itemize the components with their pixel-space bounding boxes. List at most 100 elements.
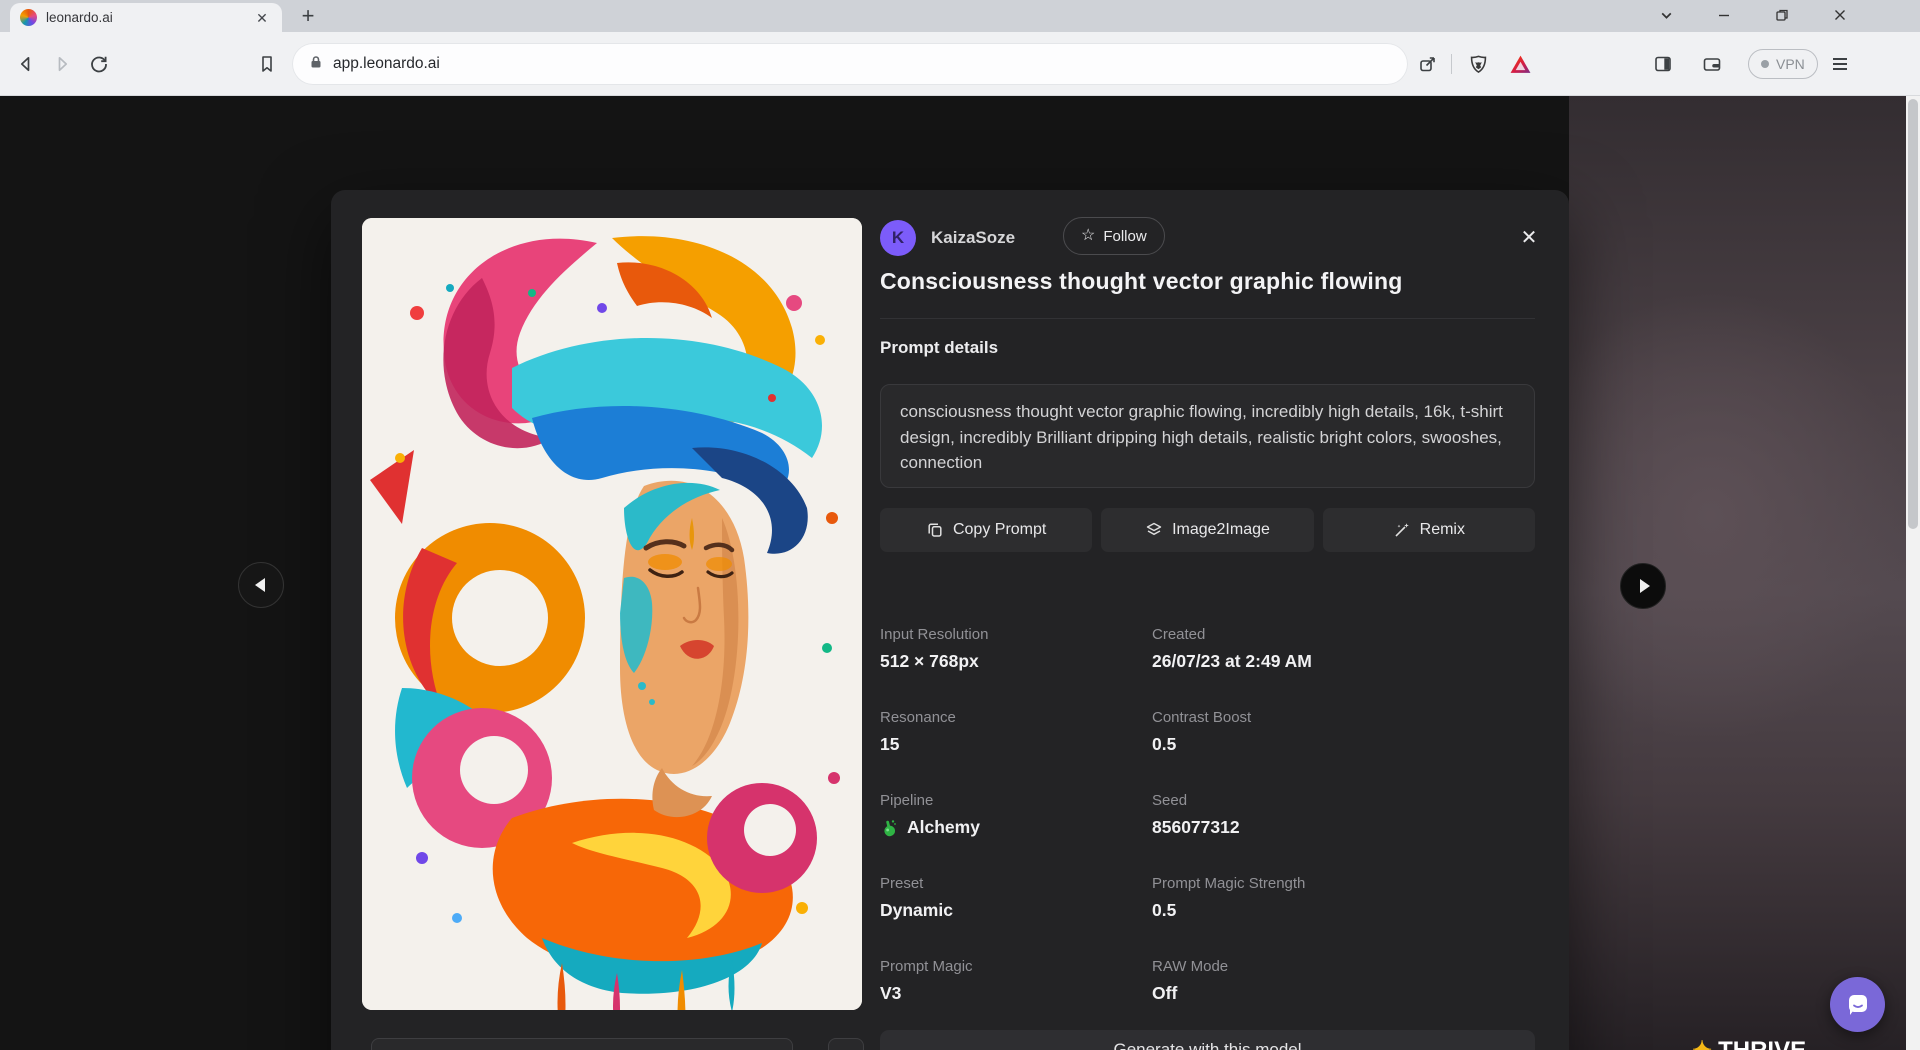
image-detail-modal: K KaizaSoze ☆ Follow ✕ Consciousness tho… (331, 190, 1569, 1050)
support-chat-button[interactable] (1830, 977, 1885, 1032)
copy-prompt-button[interactable]: Copy Prompt (880, 508, 1092, 552)
thumbnail-strip-partial[interactable] (371, 1038, 793, 1050)
reload-button[interactable] (81, 46, 117, 82)
bookmark-icon[interactable] (249, 46, 285, 82)
detail-label: Input Resolution (880, 626, 1152, 643)
sidebar-panel-icon[interactable] (1645, 46, 1681, 82)
copy-icon (926, 521, 944, 539)
page-scrollbar[interactable] (1906, 96, 1920, 1050)
detail-label: Prompt Magic Strength (1152, 875, 1535, 892)
follow-label: Follow (1103, 228, 1146, 245)
detail-value: Dynamic (880, 900, 1152, 921)
tab-title: leonardo.ai (46, 10, 252, 25)
detail-input-resolution: Input Resolution 512 × 768px (880, 626, 1152, 672)
detail-label: Contrast Boost (1152, 709, 1535, 726)
chevron-left-icon (255, 578, 265, 592)
next-image-button[interactable] (1620, 563, 1666, 609)
vpn-label: VPN (1776, 56, 1805, 72)
browser-toolbar: app.leonardo.ai VPN (0, 32, 1920, 96)
detail-value: V3 (880, 983, 1152, 1004)
address-bar[interactable]: app.leonardo.ai (292, 43, 1408, 85)
sparkle-icon: ✦ (1692, 1036, 1712, 1050)
detail-label: RAW Mode (1152, 958, 1535, 975)
window-minimize-button[interactable] (1695, 0, 1753, 30)
detail-label: Pipeline (880, 792, 1152, 809)
detail-value: 512 × 768px (880, 651, 1152, 672)
prompt-text-box: consciousness thought vector graphic flo… (880, 384, 1535, 488)
video-watermark: ✦ THRIVE (1692, 1036, 1806, 1050)
window-restore-button[interactable] (1753, 0, 1811, 30)
chevron-right-icon (1640, 579, 1650, 593)
flask-icon (880, 818, 899, 837)
blurred-backdrop (1569, 96, 1906, 1050)
generated-image[interactable] (362, 218, 862, 1010)
detail-value: 26/07/23 at 2:49 AM (1152, 651, 1535, 672)
wallet-icon[interactable] (1694, 46, 1730, 82)
layers-icon (1145, 521, 1163, 539)
window-close-button[interactable] (1811, 0, 1869, 30)
modal-close-icon[interactable]: ✕ (1514, 222, 1544, 252)
thumbnail-partial[interactable] (828, 1038, 864, 1050)
url-text[interactable]: app.leonardo.ai (333, 55, 440, 73)
detail-preset: Preset Dynamic (880, 875, 1152, 921)
toolbar-divider (1451, 54, 1452, 74)
leonardo-favicon-icon (20, 9, 37, 26)
browser-window: leonardo.ai ✕ + (0, 0, 1920, 1050)
action-buttons-row: Copy Prompt Image2Image Remix (880, 508, 1535, 552)
share-icon[interactable] (1410, 46, 1446, 82)
artwork-illustration (362, 218, 862, 1010)
image2image-label: Image2Image (1172, 521, 1270, 539)
detail-contrast-boost: Contrast Boost 0.5 (1152, 709, 1535, 755)
detail-label: Created (1152, 626, 1535, 643)
vpn-badge[interactable]: VPN (1748, 49, 1818, 79)
browser-tab-leonardo[interactable]: leonardo.ai ✕ (10, 3, 282, 32)
brave-shield-icon[interactable] (1460, 46, 1496, 82)
detail-value: 0.5 (1152, 734, 1535, 755)
tab-search-chevron-icon[interactable] (1637, 0, 1695, 30)
image2image-button[interactable]: Image2Image (1101, 508, 1313, 552)
brave-rewards-triangle-icon[interactable] (1502, 46, 1538, 82)
detail-resonance: Resonance 15 (880, 709, 1152, 755)
remix-label: Remix (1420, 521, 1465, 539)
detail-pipeline: Pipeline Alchemy (880, 792, 1152, 838)
detail-label: Seed (1152, 792, 1535, 809)
tab-close-icon[interactable]: ✕ (252, 8, 272, 28)
page-content: K KaizaSoze ☆ Follow ✕ Consciousness tho… (0, 96, 1920, 1050)
vpn-status-dot (1761, 60, 1769, 68)
window-controls (1637, 0, 1869, 32)
divider (880, 318, 1535, 319)
menu-hamburger-icon[interactable] (1822, 46, 1858, 82)
forward-button[interactable] (44, 46, 80, 82)
prompt-details-heading: Prompt details (880, 338, 998, 358)
author-name[interactable]: KaizaSoze (931, 228, 1015, 248)
detail-prompt-magic: Prompt Magic V3 (880, 958, 1152, 1004)
generation-details-grid: Input Resolution 512 × 768px Created 26/… (880, 626, 1535, 1004)
detail-created: Created 26/07/23 at 2:49 AM (1152, 626, 1535, 672)
detail-label: Preset (880, 875, 1152, 892)
detail-value: Off (1152, 983, 1535, 1004)
chat-icon (1844, 991, 1872, 1019)
detail-value: 0.5 (1152, 900, 1535, 921)
back-button[interactable] (8, 46, 44, 82)
detail-value: Alchemy (880, 817, 1152, 838)
follow-button[interactable]: ☆ Follow (1063, 217, 1165, 255)
watermark-text: THRIVE (1718, 1037, 1806, 1050)
scrollbar-thumb[interactable] (1908, 99, 1918, 529)
author-avatar[interactable]: K (880, 220, 916, 256)
detail-value: 856077312 (1152, 817, 1535, 838)
lock-icon[interactable] (308, 54, 324, 75)
copy-prompt-label: Copy Prompt (953, 521, 1046, 539)
detail-label: Resonance (880, 709, 1152, 726)
avatar-initial: K (892, 228, 904, 248)
generate-with-model-button[interactable]: Generate with this model (880, 1030, 1535, 1050)
image-title: Consciousness thought vector graphic flo… (880, 268, 1540, 295)
previous-image-button[interactable] (238, 562, 284, 608)
browser-tab-strip: leonardo.ai ✕ + (0, 0, 1920, 32)
detail-seed: Seed 856077312 (1152, 792, 1535, 838)
remix-button[interactable]: Remix (1323, 508, 1535, 552)
detail-raw-mode: RAW Mode Off (1152, 958, 1535, 1004)
remix-wand-icon (1393, 521, 1411, 539)
new-tab-button[interactable]: + (294, 2, 322, 30)
detail-label: Prompt Magic (880, 958, 1152, 975)
pipeline-value: Alchemy (907, 817, 980, 838)
